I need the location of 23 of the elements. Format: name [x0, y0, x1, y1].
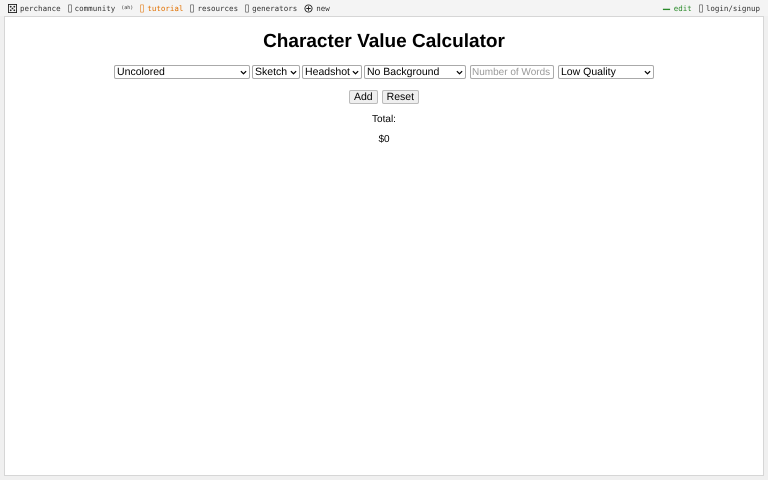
- box-icon: [140, 4, 144, 12]
- caret-icon: [290, 70, 298, 74]
- box-icon: [245, 4, 250, 12]
- box-icon: [190, 4, 194, 12]
- total-label: Total:: [372, 114, 396, 125]
- action-button[interactable]: Add: [348, 90, 378, 104]
- plus-icon: [304, 4, 314, 12]
- caret-icon: [240, 70, 248, 74]
- dice-icon: [8, 4, 17, 12]
- dropdown[interactable]: Uncolored: [114, 65, 250, 79]
- input-field[interactable]: Number of Words: [470, 65, 554, 79]
- box-icon: [698, 4, 703, 12]
- dropdown[interactable]: Sketch: [252, 65, 300, 79]
- total-value: $0: [378, 134, 390, 145]
- dropdown[interactable]: Headshot: [302, 65, 362, 79]
- box-icon: [68, 4, 72, 12]
- dropdown[interactable]: Low Quality: [558, 65, 654, 79]
- dropdown[interactable]: No Background: [364, 65, 466, 79]
- caret-icon: [352, 70, 359, 74]
- caret-icon: [456, 70, 463, 74]
- caret-icon: [644, 70, 651, 74]
- action-button[interactable]: Reset: [382, 90, 420, 104]
- page-title: Character Value Calculator: [263, 31, 505, 53]
